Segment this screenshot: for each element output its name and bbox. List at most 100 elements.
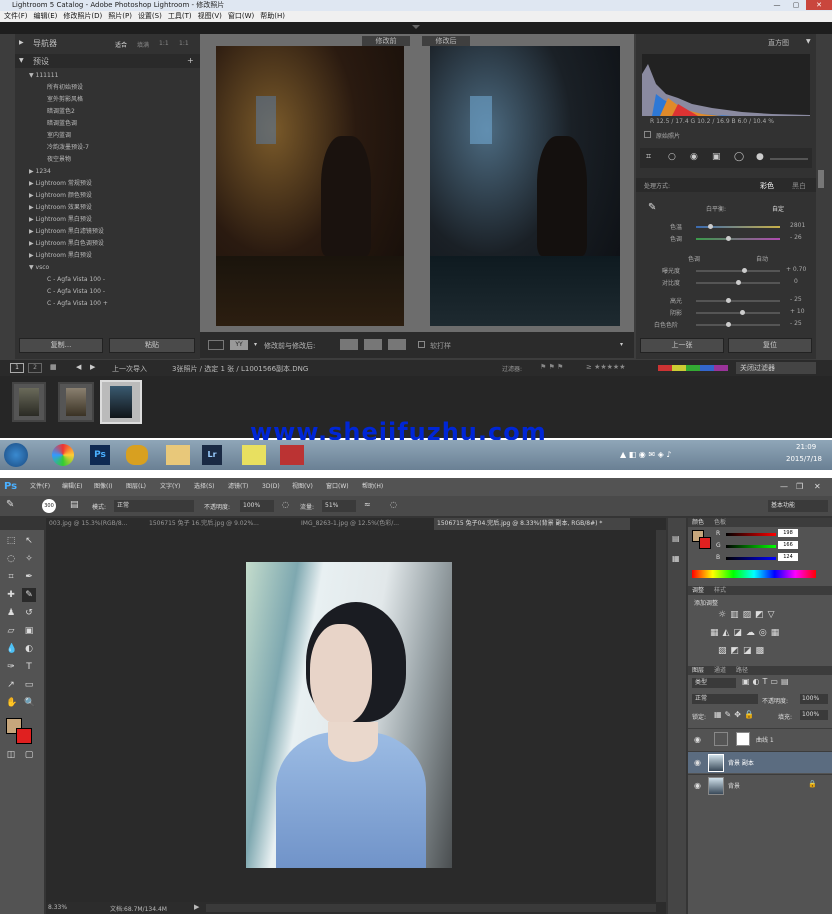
quick-mask-icon[interactable]: ◫	[6, 750, 16, 760]
path-select-icon[interactable]: ↗	[6, 680, 16, 690]
exposure-value[interactable]: + 0.70	[786, 266, 806, 273]
highlights-knob[interactable]	[726, 298, 731, 303]
move-tool-icon[interactable]: ↖	[24, 536, 34, 546]
exposure-knob[interactable]	[742, 268, 747, 273]
brush-preset-picker[interactable]: 300	[42, 499, 56, 513]
qq-icon[interactable]	[126, 445, 148, 465]
quick-select-icon[interactable]: ✧	[24, 554, 34, 564]
color-spectrum[interactable]	[692, 570, 816, 578]
temp-value[interactable]: 2801	[790, 222, 805, 229]
minimize-icon[interactable]: —	[768, 0, 786, 10]
eye-icon[interactable]: ◉	[694, 781, 701, 790]
tab-color[interactable]: 颜色	[692, 518, 704, 527]
marquee-tool-icon[interactable]: ⬚	[6, 536, 16, 546]
zoom-1to1[interactable]: 1:1	[159, 40, 169, 47]
lightroom-icon[interactable]: Lr	[202, 445, 222, 465]
lasso-tool-icon[interactable]: ◌	[6, 554, 16, 564]
history-panel-icon[interactable]: ▤	[672, 534, 680, 543]
menu-3d[interactable]: 3D(D)	[262, 478, 280, 496]
workspace-dropdown[interactable]: 基本功能	[768, 500, 828, 512]
menu-edit[interactable]: 编辑(E)	[62, 478, 82, 496]
shadows-value[interactable]: + 10	[790, 308, 805, 315]
preset-folder[interactable]: ▶ Lightroom 黑白预设	[29, 250, 197, 262]
collapse-top-icon[interactable]	[412, 25, 420, 29]
tab-adjustments[interactable]: 调整	[692, 586, 704, 595]
document-tab[interactable]: 003.jpg @ 15.3%(RGB/8...	[46, 518, 144, 530]
restore-icon[interactable]: ❐	[796, 478, 803, 496]
tab-paths[interactable]: 路径	[736, 666, 748, 675]
preset-item[interactable]: 暗调蓝色2	[47, 106, 197, 118]
menu-window[interactable]: 窗口(W)	[228, 12, 254, 20]
b-slider[interactable]	[726, 557, 776, 560]
copy-after-settings-button[interactable]	[388, 339, 406, 350]
layer-filter-dropdown[interactable]: 类型	[692, 678, 736, 688]
zoom-fit[interactable]: 适合	[115, 40, 127, 49]
notes-icon[interactable]	[242, 445, 266, 465]
whites-knob[interactable]	[726, 322, 731, 327]
source-label[interactable]: 上一次导入	[112, 364, 147, 374]
swap-before-after-button[interactable]	[340, 339, 358, 350]
document-tab[interactable]: IMG_8263-1.jpg @ 12.5%(色彩/...	[298, 518, 432, 530]
blend-mode-dropdown[interactable]: 正常	[692, 694, 758, 704]
flag-filter-icon[interactable]: ⚑ ⚑ ⚑	[540, 363, 563, 371]
close-icon[interactable]: ✕	[806, 0, 832, 10]
brush-panel-icon[interactable]: ▤	[70, 500, 79, 510]
preset-item[interactable]: 所有初始预设	[47, 82, 197, 94]
tint-value[interactable]: - 26	[790, 234, 802, 241]
redeye-icon[interactable]: ◉	[690, 152, 698, 162]
eye-icon[interactable]: ◉	[694, 758, 701, 767]
horizontal-scrollbar[interactable]	[206, 904, 656, 912]
bw-option[interactable]: 黑白	[792, 181, 806, 191]
screen-mode-icon[interactable]: ▢	[24, 750, 34, 760]
zoom-custom[interactable]: 1:1	[179, 40, 189, 47]
close-icon[interactable]: ✕	[814, 478, 821, 496]
adjustment-icons-row2[interactable]: ▦◭◪☁◎▦	[710, 628, 783, 638]
menu-file[interactable]: 文件(F)	[4, 12, 28, 20]
shadows-knob[interactable]	[740, 310, 745, 315]
vertical-scrollbar[interactable]	[656, 530, 666, 902]
menu-photo[interactable]: 照片(P)	[108, 12, 132, 20]
highlights-slider[interactable]	[696, 298, 780, 303]
previous-button[interactable]: 上一张	[640, 338, 724, 353]
highlights-value[interactable]: - 25	[790, 296, 802, 303]
menu-image[interactable]: 图像(I)	[94, 478, 112, 496]
adjustment-brush-icon[interactable]: ●	[756, 152, 764, 162]
preset-folder[interactable]: ▶ Lightroom 颜色预设	[29, 190, 197, 202]
menu-tools[interactable]: 工具(T)	[168, 12, 192, 20]
softproof-checkbox[interactable]	[418, 341, 425, 348]
exposure-slider[interactable]	[696, 268, 780, 273]
menu-develop[interactable]: 修改照片(D)	[63, 12, 102, 20]
eyedropper-icon[interactable]: ✎	[648, 202, 656, 213]
preset-item[interactable]: 冷韵泼墨预设-7	[47, 142, 197, 154]
navigator-header[interactable]: ▶ 导航器 适合 填满 1:1 1:1	[15, 36, 200, 50]
tray-icons[interactable]: ▲ ◧ ◉ ✉ ◈ ♪	[620, 450, 671, 459]
zoom-tool-icon[interactable]: 🔍	[24, 698, 35, 708]
app-icon[interactable]	[280, 445, 304, 465]
back-arrow-icon[interactable]: ◀	[76, 363, 81, 371]
crop-icon[interactable]: ⌗	[646, 152, 651, 162]
eraser-tool-icon[interactable]: ▱	[6, 626, 16, 636]
forward-arrow-icon[interactable]: ▶	[90, 363, 95, 371]
contrast-knob[interactable]	[736, 280, 741, 285]
mode-dropdown[interactable]: 正常	[114, 500, 194, 512]
preset-folder[interactable]: ▶ 1234	[29, 166, 197, 178]
reset-button[interactable]: 复位	[728, 338, 812, 353]
menu-view[interactable]: 视图(V)	[198, 12, 222, 20]
right-panel-scrollbar[interactable]	[818, 170, 824, 188]
filmstrip-thumbnail[interactable]	[58, 382, 94, 422]
temp-knob[interactable]	[708, 224, 713, 229]
preset-folder[interactable]: ▶ Lightroom 常规预设	[29, 178, 197, 190]
whites-slider[interactable]	[696, 322, 780, 327]
preset-folder[interactable]: ▶ Lightroom 黑白预设	[29, 214, 197, 226]
preset-item[interactable]: C - Agfa Vista 100 -	[47, 286, 197, 298]
clock-date[interactable]: 2015/7/18	[786, 455, 822, 463]
contrast-value[interactable]: 0	[794, 278, 798, 285]
flow-input[interactable]: 51%	[322, 500, 356, 512]
type-tool-icon[interactable]: T	[24, 662, 34, 672]
crop-tool-icon[interactable]: ⌗	[6, 572, 16, 582]
layer-row-selected[interactable]: ◉ 背景 副本	[688, 751, 832, 773]
zoom-level[interactable]: 8.33%	[48, 904, 67, 911]
loupe-view-icon[interactable]	[208, 340, 224, 350]
stamp-tool-icon[interactable]: ♟	[6, 608, 16, 618]
eye-icon[interactable]: ◉	[694, 735, 701, 744]
